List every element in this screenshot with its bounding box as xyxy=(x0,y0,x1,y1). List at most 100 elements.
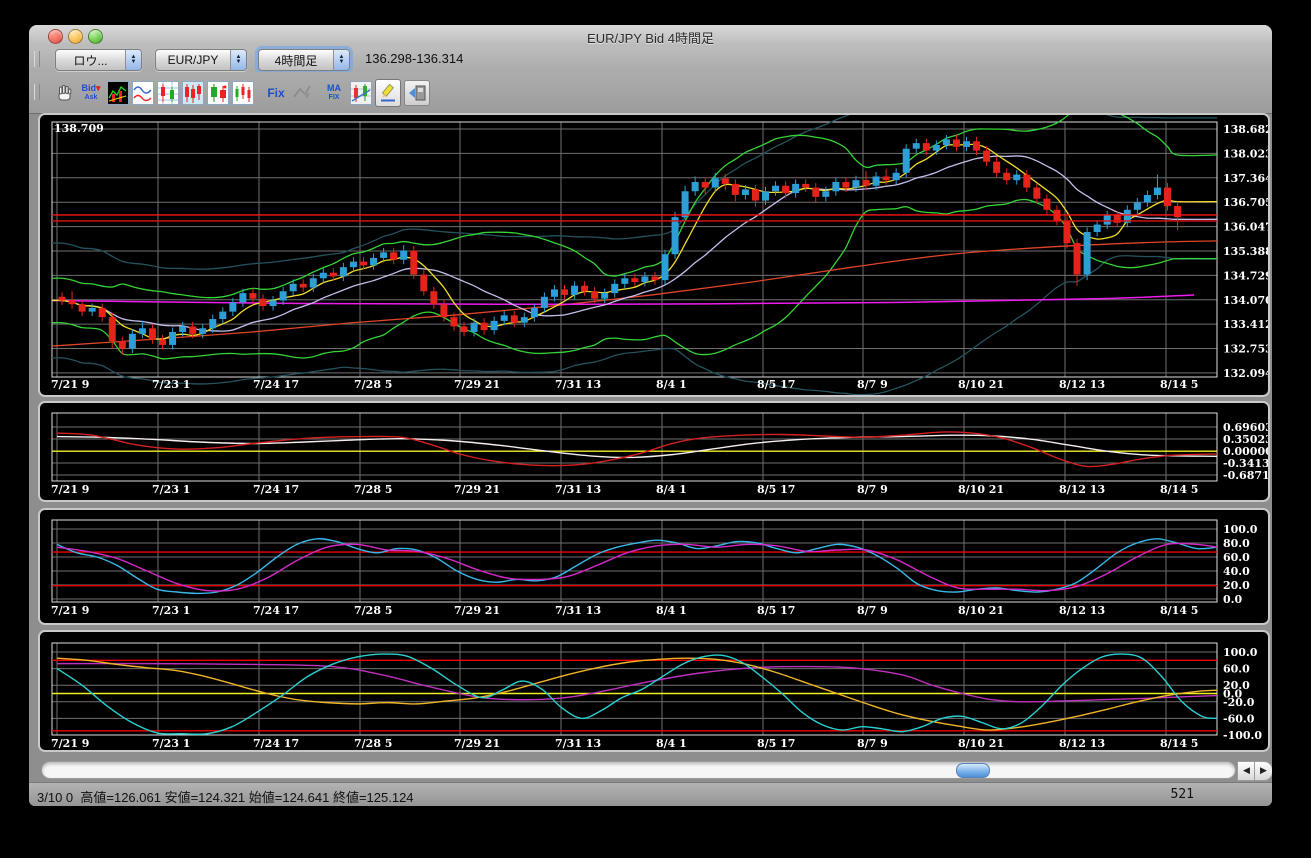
axis-label: 100.0 xyxy=(1223,646,1258,659)
plot-frame xyxy=(51,121,1218,378)
candle xyxy=(169,331,177,345)
candle xyxy=(470,322,478,332)
candle xyxy=(651,276,659,281)
axis-label: -100.0 xyxy=(1223,729,1262,742)
axis-label: 7/31 13 xyxy=(555,737,601,750)
candle xyxy=(390,252,398,260)
stochastics-panel[interactable]: 100.0 80.0 60.0 40.0 20.0 0.0 7/21 9 7/23 1 7/24… xyxy=(38,508,1270,625)
scrollbar-track[interactable] xyxy=(41,761,1236,779)
axis-label: 7/21 9 xyxy=(51,483,89,496)
overlay-line xyxy=(51,115,1218,299)
candle xyxy=(1063,220,1071,244)
candle xyxy=(460,326,468,332)
candle xyxy=(922,143,930,151)
axis-label: 138.682 xyxy=(1223,123,1268,136)
axis-label: 8/5 17 xyxy=(757,483,795,496)
axis-label: 136.705 xyxy=(1223,196,1268,209)
axis-label: 8/12 13 xyxy=(1059,483,1105,496)
scroll-right-button[interactable]: ▶ xyxy=(1254,761,1272,781)
stepper-icon: ▲ ▼ xyxy=(125,50,141,70)
axis-label: 8/10 21 xyxy=(958,483,1004,496)
axis-label: 8/12 13 xyxy=(1059,378,1105,391)
rci-panel[interactable]: 100.0 60.0 20.0 0.0 -20.0 -60.0 -100.0 7/21 9 7/… xyxy=(38,630,1270,752)
scrollbar-thumb[interactable] xyxy=(956,763,990,778)
candle xyxy=(641,276,649,282)
axis-label: 7/23 1 xyxy=(152,604,190,617)
ma-fix-icon[interactable]: MA FIX xyxy=(321,80,347,106)
candle xyxy=(490,320,498,331)
axis-label: 100.0 xyxy=(1223,523,1258,536)
candle xyxy=(128,333,136,349)
candle xyxy=(1153,187,1161,195)
timeframe-popup[interactable]: 4時間足 ▲ ▼ xyxy=(258,49,350,71)
candle xyxy=(1093,224,1101,233)
axis-label: 7/29 21 xyxy=(454,604,500,617)
hand-pan-icon[interactable] xyxy=(55,80,75,106)
price-chart-panel[interactable]: 138.709 138.682 138.023 137.364 136.705 136.0… xyxy=(38,113,1270,397)
candle xyxy=(912,143,920,149)
stepper-icon: ▲ ▼ xyxy=(333,50,349,70)
candle xyxy=(450,317,458,327)
candle xyxy=(148,328,156,340)
title-bar[interactable]: EUR/JPY Bid 4時間足 xyxy=(29,25,1272,48)
toolbar-grip[interactable] xyxy=(34,51,40,67)
symbol-popup[interactable]: EUR/JPY ▲ ▼ xyxy=(155,49,247,71)
line-chart-icon[interactable] xyxy=(132,81,154,105)
candle xyxy=(530,307,538,318)
candle xyxy=(993,161,1001,173)
axis-label: 8/4 1 xyxy=(656,483,687,496)
candle xyxy=(1113,215,1121,223)
axis-label: 8/14 5 xyxy=(1160,604,1198,617)
axis-label: 137.364 xyxy=(1223,172,1268,185)
candle xyxy=(902,148,910,173)
axis-label: 8/7 9 xyxy=(857,737,888,750)
arrow-down-icon: ▾ xyxy=(95,83,101,93)
candle-pair-icon[interactable] xyxy=(207,81,229,105)
candle xyxy=(189,326,197,334)
rci-chart: 100.060.020.00.0-20.0-60.0-100.07/21 9 7/… xyxy=(51,642,1262,750)
axis-label: 7/28 5 xyxy=(354,378,392,391)
candle-line-icon[interactable] xyxy=(350,81,372,105)
axis-label: 8/4 1 xyxy=(656,737,687,750)
save-icon[interactable] xyxy=(404,80,430,106)
candle xyxy=(199,328,207,334)
bid-ask-toggle-icon[interactable]: Bid▾ Ask xyxy=(78,80,104,106)
pencil-draw-icon[interactable] xyxy=(375,79,401,107)
axis-label: 7/28 5 xyxy=(354,483,392,496)
candle xyxy=(1073,243,1081,275)
candle xyxy=(1103,215,1111,225)
horizontal-scrollbar: ◀ ▶ xyxy=(29,759,1272,782)
candle xyxy=(249,293,257,299)
candle xyxy=(299,283,307,288)
rci-slow-line xyxy=(56,662,1218,703)
candle xyxy=(1033,187,1041,199)
toolbar-primary: ロウ... ▲ ▼ EUR/JPY ▲ ▼ 4時間足 ▲ ▼ 136.298-136.… xyxy=(29,47,1272,73)
fix-rate-icon[interactable]: Fix xyxy=(263,80,289,106)
chart-type-popup[interactable]: ロウ... ▲ ▼ xyxy=(55,49,142,71)
candle xyxy=(289,283,297,292)
axis-label: 138.709 xyxy=(54,122,104,135)
axis-label: 40.0 xyxy=(1223,565,1250,578)
axis-label: 80.0 xyxy=(1223,537,1250,550)
timeframe-value: 4時間足 xyxy=(274,53,318,68)
candle xyxy=(410,250,418,275)
candle xyxy=(349,261,357,268)
candle xyxy=(1003,172,1011,181)
macd-panel[interactable]: 0.696030.350230.00000-0.34137-0.687177/2… xyxy=(38,401,1270,502)
axis-label: 132.753 xyxy=(1223,343,1268,356)
candle-small-icon[interactable] xyxy=(232,81,254,105)
candle-grid-icon[interactable] xyxy=(157,81,179,105)
axis-label: 7/23 1 xyxy=(152,737,190,750)
candle xyxy=(1143,194,1151,203)
candle xyxy=(1133,202,1141,210)
axis-label: 7/24 17 xyxy=(253,604,299,617)
candle xyxy=(852,180,860,188)
candle-highlight-icon[interactable] xyxy=(182,81,204,105)
candle xyxy=(88,307,96,312)
candle xyxy=(339,267,347,277)
candle xyxy=(591,291,599,299)
candle xyxy=(741,189,749,195)
chart-style-icon[interactable] xyxy=(107,81,129,105)
toolbar-grip[interactable] xyxy=(34,84,40,100)
window-title: EUR/JPY Bid 4時間足 xyxy=(587,31,714,46)
